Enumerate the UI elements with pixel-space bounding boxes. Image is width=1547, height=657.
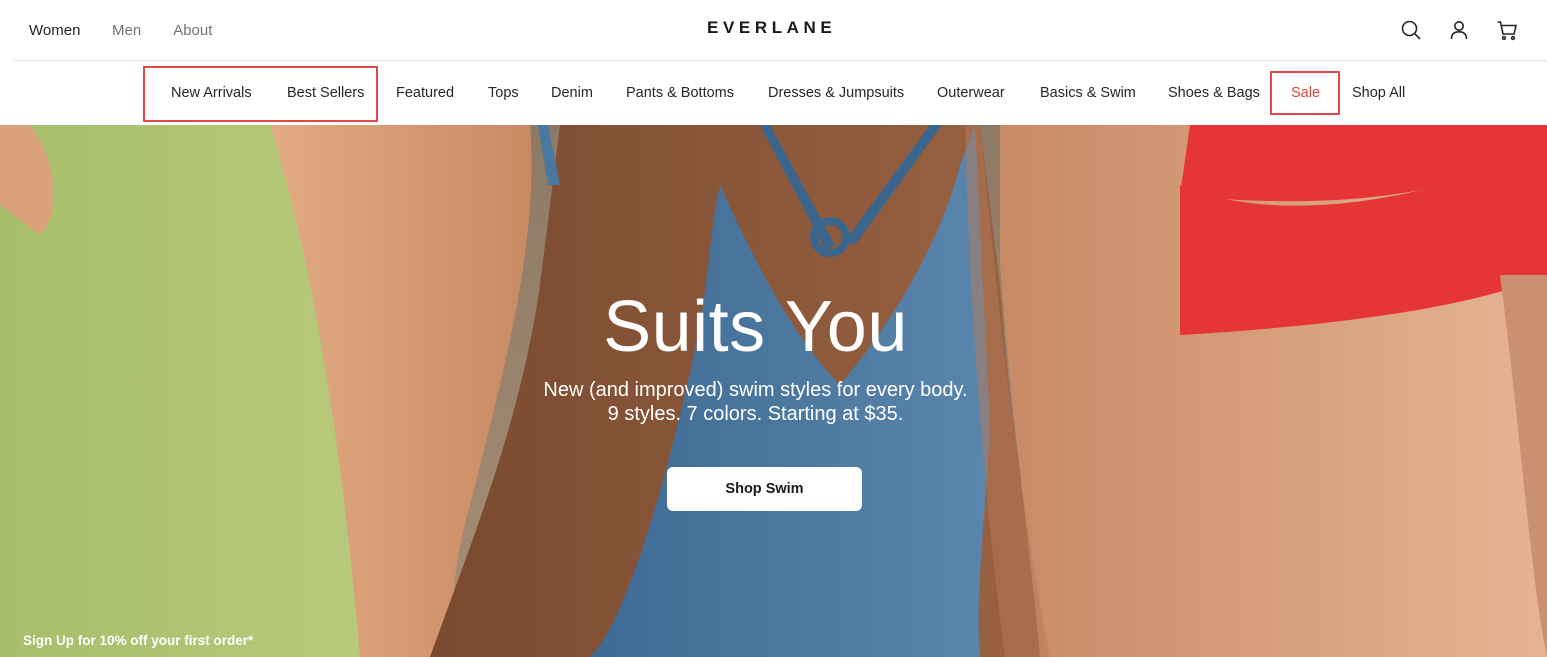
- tab-about[interactable]: About: [157, 0, 228, 61]
- hero-subtitle-line1: New (and improved) swim styles for every…: [543, 379, 968, 401]
- search-icon[interactable]: [1399, 18, 1423, 42]
- nav-denim[interactable]: Denim: [551, 61, 593, 125]
- nav-dresses-jumpsuits[interactable]: Dresses & Jumpsuits: [768, 61, 904, 125]
- nav-pants-bottoms[interactable]: Pants & Bottoms: [626, 61, 734, 125]
- signup-promo-link[interactable]: Sign Up for 10% off your first order*: [23, 633, 253, 648]
- category-nav: New Arrivals Best Sellers Featured Tops …: [0, 61, 1547, 125]
- shop-swim-button[interactable]: Shop Swim: [667, 467, 862, 511]
- tab-women[interactable]: Women: [13, 0, 96, 61]
- nav-featured[interactable]: Featured: [396, 61, 454, 125]
- gender-tabs: Women Men About: [13, 0, 228, 61]
- nav-shoes-bags[interactable]: Shoes & Bags: [1168, 61, 1260, 125]
- nav-outerwear[interactable]: Outerwear: [937, 61, 1005, 125]
- top-bar: Women Men About EVERLANE: [0, 0, 1547, 61]
- account-icon[interactable]: [1447, 18, 1471, 42]
- hero-banner: Suits You New (and improved) swim styles…: [0, 125, 1547, 657]
- everlane-logo[interactable]: EVERLANE: [707, 18, 836, 38]
- nav-best-sellers[interactable]: Best Sellers: [287, 61, 364, 125]
- hero-title: Suits You: [603, 287, 908, 367]
- nav-shop-all[interactable]: Shop All: [1352, 61, 1405, 125]
- nav-tops[interactable]: Tops: [488, 61, 519, 125]
- nav-new-arrivals[interactable]: New Arrivals: [171, 61, 252, 125]
- cart-icon[interactable]: [1495, 18, 1519, 42]
- nav-basics-swim[interactable]: Basics & Swim: [1040, 61, 1136, 125]
- utility-icons: [1399, 18, 1519, 42]
- tab-men[interactable]: Men: [96, 0, 157, 61]
- nav-sale[interactable]: Sale: [1291, 61, 1320, 125]
- hero-subtitle-line2: 9 styles. 7 colors. Starting at $35.: [607, 403, 904, 425]
